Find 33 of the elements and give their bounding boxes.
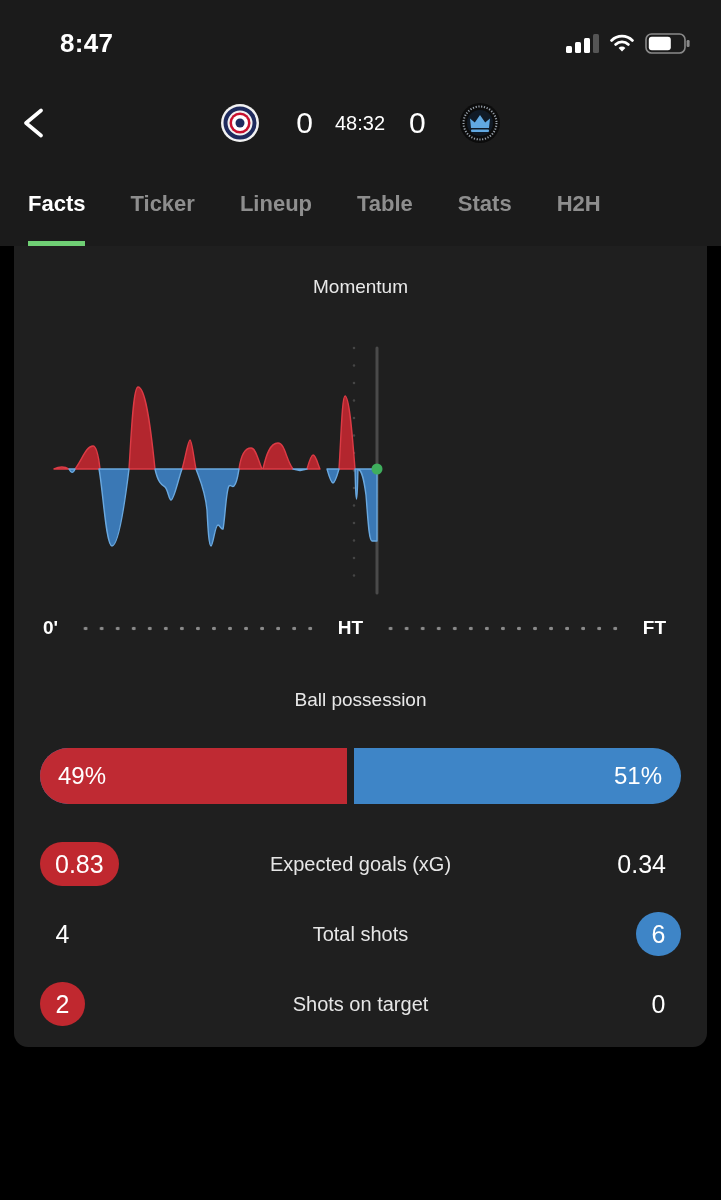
stat-value: 0.34 (616, 848, 667, 880)
away-possession-value: 51% (613, 762, 663, 790)
current-minute-marker-icon (371, 463, 383, 475)
stat-value: 0 (650, 988, 667, 1020)
section-title: Ball possession (293, 689, 428, 711)
home-possession-value: 49% (58, 762, 107, 790)
tab[interactable]: Table (357, 191, 413, 246)
stat-label: Total shots (312, 922, 409, 946)
tab[interactable]: Stats (457, 191, 512, 246)
chevron-left-icon (22, 108, 44, 138)
team-crest-icon (221, 104, 260, 142)
stat-value: 6 (636, 912, 681, 956)
wifi-icon (610, 34, 634, 52)
away-score: 0 (409, 106, 426, 140)
tab[interactable]: Lineup (239, 191, 312, 246)
match-clock: 48:32 (334, 111, 386, 135)
stat-value: 2 (40, 982, 85, 1026)
stat-label: Shots on target (292, 992, 429, 1016)
stat-label: Expected goals (xG) (269, 852, 452, 876)
battery-icon (645, 32, 690, 54)
stat-value: 0.83 (40, 842, 119, 886)
stat-value: 4 (54, 918, 71, 950)
timeline-label: FT (642, 616, 666, 640)
crown-crest-icon (459, 103, 500, 143)
status-time: 8:47 (60, 27, 114, 59)
timeline-label: HT (337, 616, 364, 640)
section-title: Momentum (312, 276, 409, 298)
tab[interactable]: H2H (556, 191, 601, 246)
home-score: 0 (296, 106, 313, 140)
timeline-label: 0' (43, 616, 59, 640)
back-button[interactable] (22, 108, 44, 138)
tab[interactable]: Ticker (130, 191, 195, 246)
signal-icon (566, 33, 599, 53)
